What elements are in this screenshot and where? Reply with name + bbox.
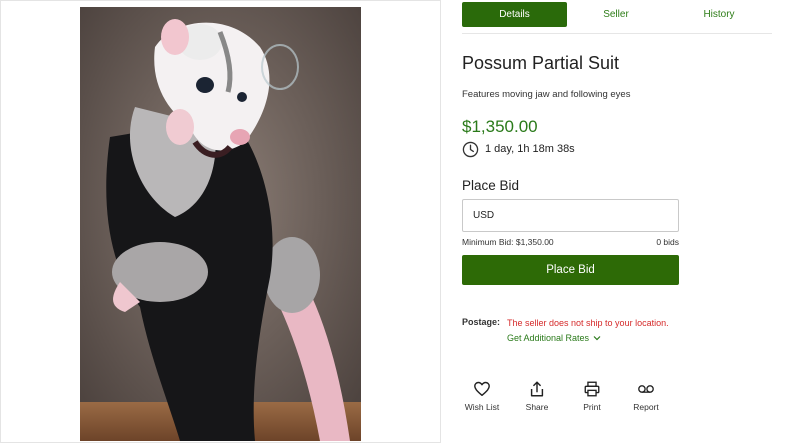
- report-label: Report: [633, 402, 659, 412]
- share-icon: [530, 381, 544, 397]
- listing-photo[interactable]: [80, 7, 361, 441]
- tab-seller[interactable]: Seller: [572, 2, 660, 27]
- minimum-bid-text: Minimum Bid: $1,350.00: [462, 237, 554, 247]
- share-button[interactable]: Share: [522, 380, 552, 416]
- listing-price: $1,350.00: [462, 117, 538, 136]
- bid-amount-input[interactable]: [462, 199, 679, 232]
- listing-description: Features moving jaw and following eyes: [462, 89, 631, 100]
- action-bar: Wish List Share Print Report: [0, 380, 788, 420]
- time-remaining-text: 1 day, 1h 18m 38s: [485, 143, 575, 155]
- postage-message: The seller does not ship to your locatio…: [507, 318, 669, 328]
- time-remaining: 1 day, 1h 18m 38s: [462, 140, 575, 158]
- listing-title: Possum Partial Suit: [462, 53, 620, 73]
- place-bid-button[interactable]: Place Bid: [462, 255, 679, 285]
- place-bid-heading: Place Bid: [462, 178, 520, 193]
- additional-rates-link[interactable]: Get Additional Rates: [507, 333, 601, 343]
- printer-icon: [584, 381, 600, 397]
- report-button[interactable]: Report: [628, 380, 664, 416]
- tab-history[interactable]: History: [672, 2, 766, 27]
- additional-rates-label: Get Additional Rates: [507, 333, 590, 343]
- share-label: Share: [525, 402, 549, 412]
- detail-tabs: Details Seller History: [462, 2, 772, 34]
- wish-list-button[interactable]: Wish List: [462, 380, 502, 416]
- wish-list-label: Wish List: [464, 402, 500, 412]
- print-label: Print: [583, 402, 601, 412]
- postage-label: Postage:: [462, 317, 501, 327]
- chevron-down-icon: [593, 336, 601, 341]
- listing-photo-illustration: [80, 7, 361, 441]
- report-icon: [638, 385, 654, 393]
- clock-icon: [462, 141, 479, 157]
- bid-count: 0 bids: [656, 237, 679, 247]
- image-panel: [0, 0, 441, 443]
- print-button[interactable]: Print: [577, 380, 607, 416]
- tab-details[interactable]: Details: [462, 2, 567, 27]
- heart-icon: [474, 381, 490, 397]
